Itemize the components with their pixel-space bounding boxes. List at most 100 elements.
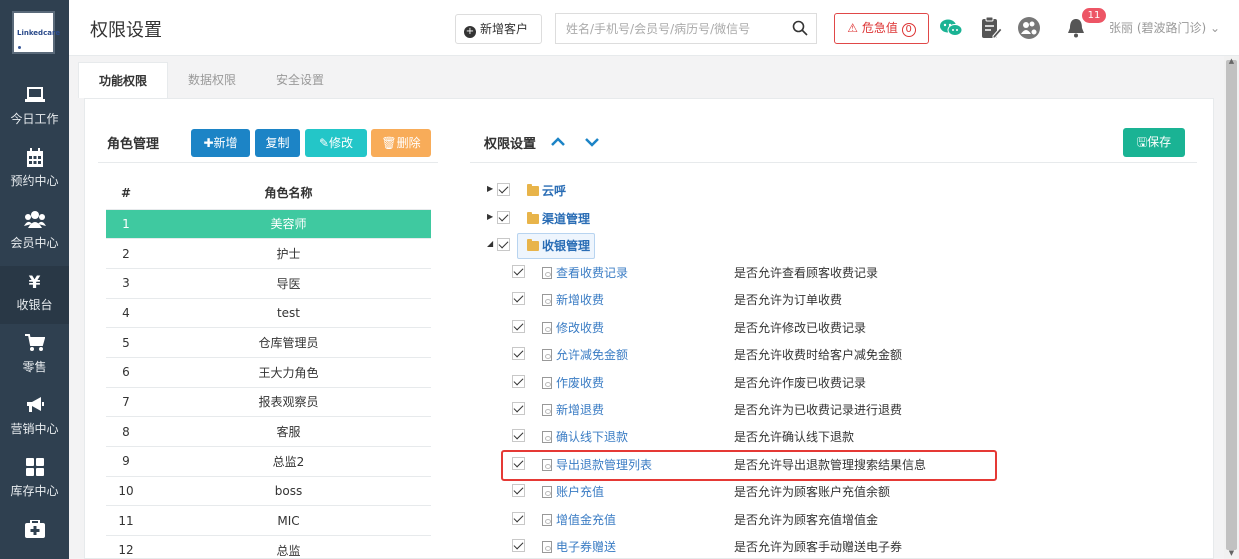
edit-role-label: 修改	[329, 136, 354, 150]
edit-role-button[interactable]: ✎修改	[305, 129, 367, 157]
document-icon	[542, 294, 552, 307]
nav-marketing[interactable]: 营销中心	[0, 390, 69, 448]
permission-checkbox[interactable]	[512, 484, 525, 498]
permission-label[interactable]: 允许减免金额	[556, 346, 628, 363]
save-button[interactable]: 🖫保存	[1123, 128, 1185, 157]
yen-icon: ¥	[28, 273, 41, 293]
edit-icon: ✎	[318, 136, 330, 150]
permission-checkbox[interactable]	[512, 347, 525, 361]
trash-icon: 🗑	[381, 136, 397, 150]
search-box	[555, 13, 817, 44]
table-row[interactable]: 9 总监2	[106, 446, 431, 477]
table-header-row: # 角色名称	[106, 177, 431, 210]
row-index: 3	[106, 268, 146, 299]
permission-checkbox[interactable]	[512, 402, 525, 415]
scroll-up-arrow[interactable]: ▲	[1226, 56, 1237, 66]
logo: Linkedcare	[12, 11, 60, 54]
nav-cashier[interactable]: ¥ 收银台	[0, 266, 69, 324]
save-icon: 🖫	[1136, 135, 1148, 149]
table-row[interactable]: 2 护士	[106, 238, 431, 269]
tree-group-label[interactable]: 渠道管理	[542, 210, 590, 227]
wechat-icon[interactable]	[939, 16, 963, 40]
role-table: # 角色名称 1 美容师 2 护士 3 导医 4 test 5 仓库管理员 6 王大力角色 7 报表观察员…	[106, 177, 431, 559]
search-icon[interactable]	[792, 20, 808, 36]
add-role-button[interactable]: ✚新增	[191, 129, 250, 157]
medkit-icon	[0, 519, 69, 542]
tab-security-settings[interactable]: 安全设置	[256, 62, 344, 98]
search-input[interactable]	[556, 14, 781, 43]
role-management-title: 角色管理	[107, 137, 160, 152]
group-checkbox[interactable]	[497, 238, 510, 251]
user-group-settings-icon[interactable]	[1017, 16, 1041, 40]
expand-triangle-icon[interactable]: ▶	[487, 212, 493, 221]
table-row[interactable]: 8 客服	[106, 416, 431, 447]
nav-retail[interactable]: 零售	[0, 328, 69, 386]
permission-settings-title: 权限设置	[484, 137, 537, 152]
clipboard-edit-icon[interactable]	[979, 16, 1003, 40]
nav-label: 今日工作	[10, 112, 59, 126]
table-row[interactable]: 7 报表观察员	[106, 387, 431, 418]
table-row[interactable]: 3 导医	[106, 268, 431, 299]
folder-icon	[527, 239, 539, 251]
table-row[interactable]: 1 美容师	[106, 209, 431, 240]
calendar-icon	[0, 148, 69, 170]
chevron-up-icon[interactable]	[550, 134, 566, 150]
tab-function-permissions[interactable]: 功能权限	[78, 62, 168, 98]
permission-label[interactable]: 作废收费	[556, 374, 604, 391]
permission-checkbox[interactable]	[512, 374, 525, 388]
tree-group-label[interactable]: 收银管理	[542, 237, 590, 254]
new-customer-button[interactable]: + 新增客户	[455, 14, 542, 44]
permission-label[interactable]: 新增收费	[556, 291, 604, 308]
group-checkbox[interactable]	[497, 210, 510, 224]
permission-checkbox[interactable]	[512, 265, 525, 278]
table-row[interactable]: 6 王大力角色	[106, 357, 431, 388]
collapse-triangle-icon[interactable]: ◢	[487, 239, 493, 248]
copy-role-button[interactable]: 复制	[255, 129, 300, 157]
table-row[interactable]: 5 仓库管理员	[106, 327, 431, 358]
scrollbar-thumb[interactable]	[1226, 60, 1237, 550]
permission-checkbox[interactable]	[512, 292, 525, 306]
permission-label[interactable]: 新增退费	[556, 401, 604, 418]
permission-label[interactable]: 确认线下退款	[556, 428, 628, 445]
user-menu[interactable]: 张丽 (碧波路门诊) ⌄	[1109, 19, 1220, 36]
table-row[interactable]: 11 MIC	[106, 505, 431, 537]
group-checkbox[interactable]	[497, 183, 510, 196]
nav-medical[interactable]	[0, 514, 69, 559]
expand-triangle-icon[interactable]: ▶	[487, 184, 493, 193]
row-role-name: 仓库管理员	[146, 327, 431, 358]
permission-label[interactable]: 电子券赠送	[556, 538, 616, 555]
row-index: 6	[106, 357, 146, 388]
permission-label[interactable]: 查看收费记录	[556, 264, 628, 281]
permission-checkbox[interactable]	[512, 429, 525, 443]
nav-today-work[interactable]: 今日工作	[0, 80, 69, 138]
permission-checkbox[interactable]	[512, 539, 525, 552]
logo-text: Linkedcare	[17, 29, 61, 37]
nav-member[interactable]: 会员中心	[0, 204, 69, 262]
tree-group-label[interactable]: 云呼	[542, 182, 566, 199]
table-row[interactable]: 10 boss	[106, 476, 431, 507]
permission-label[interactable]: 增值金充值	[556, 511, 616, 528]
permission-description: 是否允许作废已收费记录	[734, 375, 867, 390]
chevron-down-icon[interactable]	[584, 134, 600, 150]
row-index: 4	[106, 298, 146, 329]
row-role-name: 王大力角色	[146, 357, 431, 388]
permission-label[interactable]: 修改收费	[556, 319, 604, 336]
nav-appointment[interactable]: 预约中心	[0, 142, 69, 200]
nav-inventory[interactable]: 库存中心	[0, 452, 69, 510]
urgent-value-button[interactable]: ⚠ 危急值 0	[834, 13, 929, 44]
tab-data-permissions[interactable]: 数据权限	[168, 62, 256, 98]
permission-description: 是否允许为订单收费	[734, 293, 843, 308]
row-role-name: boss	[146, 476, 431, 507]
permission-checkbox[interactable]	[512, 319, 525, 333]
delete-role-button[interactable]: 🗑删除	[371, 129, 431, 157]
row-index: 2	[106, 238, 146, 269]
table-row[interactable]: 4 test	[106, 298, 431, 329]
nav-label: 零售	[22, 360, 47, 374]
permission-label[interactable]: 账户充值	[556, 483, 604, 500]
permission-description: 是否允许确认线下退款	[734, 430, 855, 445]
permission-checkbox[interactable]	[512, 511, 525, 525]
scroll-down-arrow[interactable]: ▼	[1226, 548, 1237, 558]
table-row[interactable]: 12 总监	[106, 535, 431, 559]
document-icon	[542, 376, 552, 389]
document-icon	[542, 431, 552, 444]
